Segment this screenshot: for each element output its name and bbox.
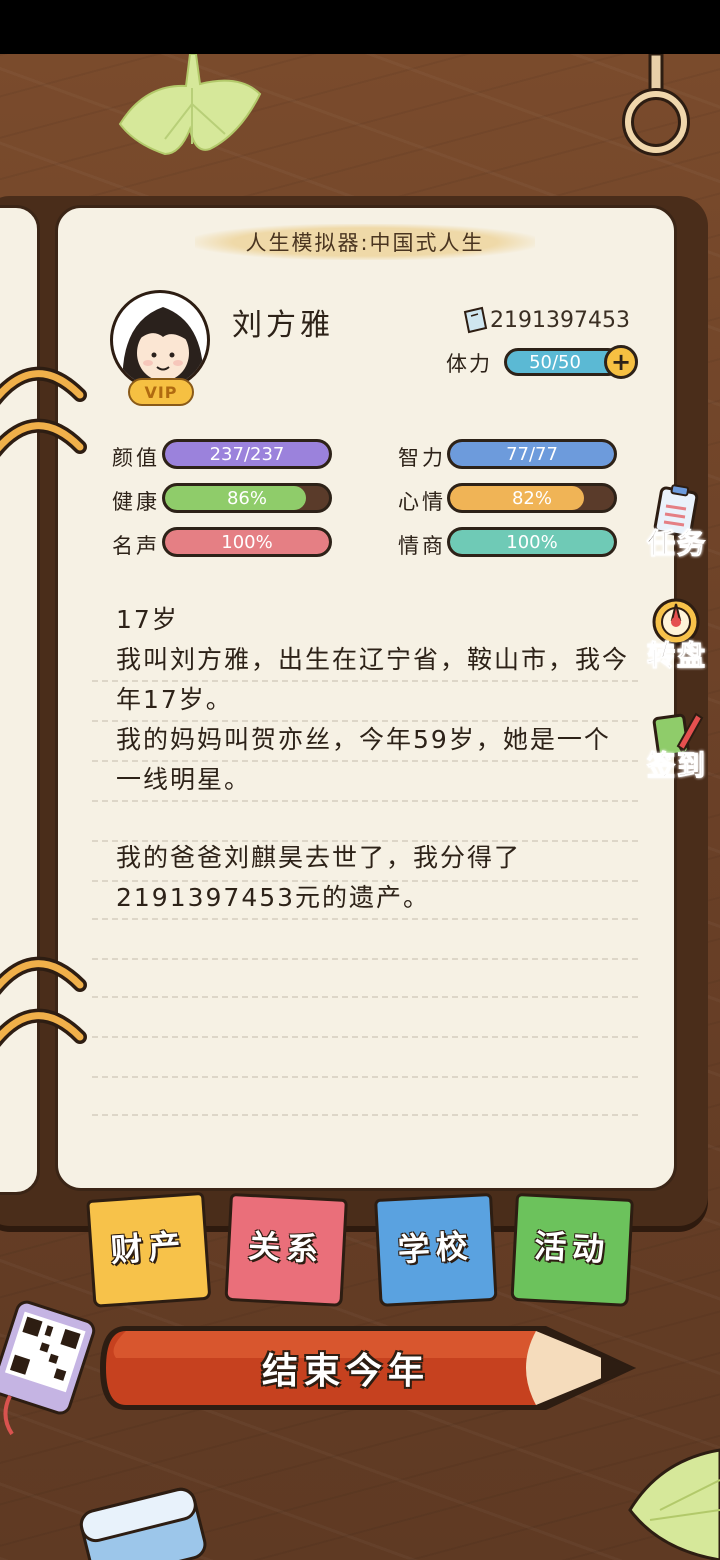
binder-ring-icon: [0, 366, 87, 405]
tab-school[interactable]: 学校: [374, 1192, 498, 1307]
stat-value: 77/77: [506, 443, 558, 465]
binder-ring-icon: [0, 1008, 87, 1047]
ruled-line: [92, 996, 638, 998]
stat-label-appearance: 颜值: [112, 446, 160, 470]
stat-value: 237/237: [209, 443, 285, 465]
ginkgo-leaf-icon: [628, 1448, 720, 1560]
tab-relationships[interactable]: 关系: [224, 1192, 348, 1307]
ruled-line: [92, 958, 638, 960]
ruled-line: [92, 1114, 638, 1116]
stat-bar-health: 86%: [162, 483, 332, 513]
banknote-icon: [463, 306, 488, 334]
bookmark-ring-icon: [622, 54, 690, 156]
add-stamina-button[interactable]: +: [604, 345, 638, 379]
stat-bar-appearance: 237/237: [162, 439, 332, 469]
stat-label-health: 健康: [112, 490, 160, 514]
status-bar: [0, 0, 720, 54]
vip-badge: VIP: [128, 378, 194, 406]
stat-value: 100%: [506, 531, 558, 553]
story-paragraph: 我的爸爸刘麒昊去世了，我分得了2191397453元的遗产。: [116, 843, 522, 912]
stat-label-intelligence: 智力: [398, 446, 446, 470]
money-value: 2191397453: [490, 307, 630, 333]
stat-value: 86%: [226, 487, 267, 509]
tasks-label: 任务: [646, 527, 707, 561]
avatar-portrait: [110, 290, 210, 390]
wheel-label: 转盘: [646, 639, 707, 673]
stat-label-eq: 情商: [398, 534, 446, 558]
stat-value: 100%: [221, 531, 273, 553]
tab-activities[interactable]: 活动: [510, 1192, 634, 1307]
story-paragraph: 我叫刘方雅，出生在辽宁省，鞍山市，我今年17岁。: [116, 645, 630, 714]
eraser-icon: [79, 1487, 207, 1560]
stamina-label: 体力: [446, 352, 492, 376]
game-title: 人生模拟器:中国式人生: [195, 224, 535, 260]
ruled-line: [92, 800, 638, 802]
age-heading: 17岁: [116, 605, 179, 634]
stat-bar-intelligence: 77/77: [447, 439, 617, 469]
stat-bar-eq: 100%: [447, 527, 617, 557]
binder-ring-icon: [0, 956, 87, 995]
stamina-value: 50/50: [529, 351, 581, 373]
wheel-button[interactable]: 转盘: [640, 596, 714, 696]
end-year-button[interactable]: 结束今年: [96, 1318, 596, 1418]
qr-code-icon[interactable]: [0, 1296, 100, 1436]
stat-value: 82%: [511, 487, 552, 509]
ruled-line: [92, 1076, 638, 1078]
stat-label-fame: 名声: [112, 534, 160, 558]
character-face-icon: [122, 307, 204, 387]
tasks-button[interactable]: 任务: [640, 484, 714, 584]
ruled-line: [92, 1036, 638, 1038]
avatar[interactable]: VIP: [110, 290, 212, 410]
tab-property[interactable]: 财产: [86, 1191, 212, 1308]
stat-label-mood: 心情: [398, 490, 446, 514]
character-name: 刘方雅: [232, 308, 334, 343]
ruled-line: [92, 918, 638, 920]
stat-bar-fame: 100%: [162, 527, 332, 557]
stat-bar-mood: 82%: [447, 483, 617, 513]
money-display: 2191397453: [462, 306, 630, 334]
ginkgo-leaf-icon: [118, 54, 262, 156]
checkin-button[interactable]: 签到: [640, 706, 714, 806]
binder-ring-icon: [0, 418, 87, 457]
checkin-label: 签到: [646, 749, 707, 783]
story-paragraph: 我的妈妈叫贺亦丝，今年59岁，她是一个一线明星。: [116, 725, 611, 794]
